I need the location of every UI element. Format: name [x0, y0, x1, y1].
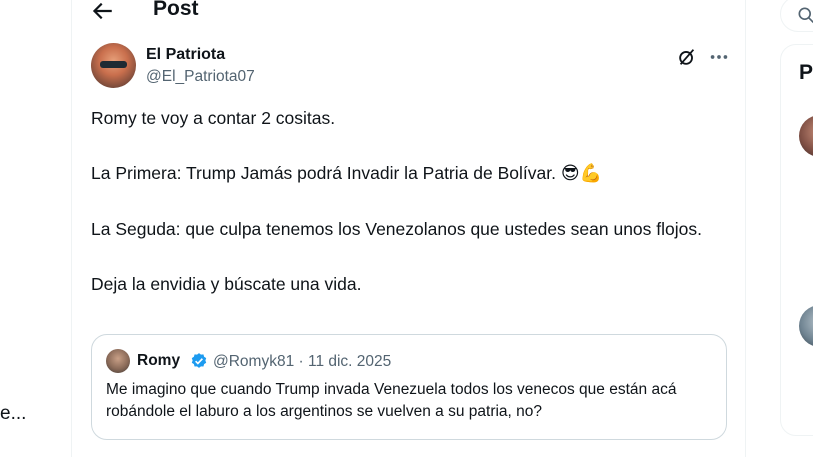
- main-column: Post El Patriota @El_Patriota07 Romy te …: [71, 0, 746, 457]
- left-nav-truncated-label[interactable]: e...: [0, 403, 26, 425]
- sidebar-avatar[interactable]: [799, 115, 813, 157]
- post-line-3: La Seguda: que culpa tenemos los Venezol…: [91, 219, 702, 239]
- more-options-icon[interactable]: [708, 46, 730, 68]
- avatar-sunglasses: [100, 61, 127, 68]
- quoted-post-card[interactable]: Romy @Romyk81 · 11 dic. 2025 Me imagino …: [91, 334, 727, 440]
- post-author-row: El Patriota @El_Patriota07: [91, 43, 731, 91]
- post-line-2: La Primera: Trump Jamás podrá Invadir la…: [91, 159, 721, 188]
- author-name[interactable]: El Patriota: [146, 46, 225, 64]
- quoted-author-avatar: [106, 349, 130, 373]
- author-avatar[interactable]: [91, 43, 136, 88]
- post-line-2-text: La Primera: Trump Jamás podrá Invadir la…: [91, 163, 556, 183]
- post-line-4: Deja la envidia y búscate una vida.: [91, 274, 362, 294]
- page-title: Post: [153, 0, 199, 20]
- sidebar-avatar[interactable]: [799, 305, 813, 347]
- search-box[interactable]: [780, 0, 813, 32]
- grok-icon[interactable]: [676, 46, 698, 68]
- quoted-author-name: Romy: [137, 352, 181, 369]
- verified-badge-icon: [191, 353, 207, 368]
- sidebar-card: P: [780, 44, 813, 436]
- sidebar-heading: P: [799, 61, 813, 84]
- search-icon: [798, 7, 813, 24]
- quoted-post-text: Me imagino que cuando Trump invada Venez…: [106, 381, 677, 420]
- sunglasses-muscle-emoji: 😎💪: [560, 163, 602, 184]
- post-header: Post: [72, 0, 745, 28]
- post-line-1: Romy te voy a contar 2 cositas.: [91, 108, 336, 128]
- quoted-handle-date: @Romyk81 · 11 dic. 2025: [213, 353, 392, 370]
- author-handle[interactable]: @El_Patriota07: [146, 68, 255, 86]
- post-text: Romy te voy a contar 2 cositas. La Prime…: [91, 104, 721, 298]
- page: e... Post El Patriota @El_Patriota07 Rom…: [0, 0, 813, 457]
- back-arrow-icon[interactable]: [89, 0, 115, 24]
